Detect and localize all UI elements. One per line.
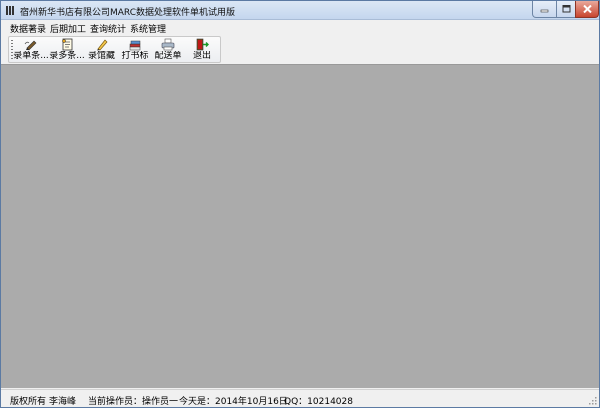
delivery-note-button[interactable]: 配送单	[152, 38, 184, 62]
close-button[interactable]	[575, 1, 599, 18]
exit-label: 退出	[192, 51, 211, 61]
minimize-icon	[540, 9, 549, 13]
exit-door-icon	[196, 38, 209, 51]
toolbar: 录单条... 录多条... 录馆藏 打书标 配送单 退出	[8, 36, 221, 63]
menu-query-statistics[interactable]: 查询统计	[90, 22, 126, 35]
entry-multiple-button[interactable]: 录多条...	[49, 38, 85, 62]
exit-button[interactable]: 退出	[190, 38, 214, 62]
status-owner: 李海峰	[49, 397, 77, 407]
app-icon	[5, 5, 16, 16]
document-icon	[62, 38, 73, 51]
maximize-button[interactable]	[556, 1, 576, 18]
status-date: 今天是：2014年10月16日	[179, 397, 288, 407]
menu-post-processing[interactable]: 后期加工	[50, 22, 86, 35]
status-copyright: 版权所有	[10, 397, 47, 407]
pen-icon	[24, 40, 37, 51]
entry-single-button[interactable]: 录单条...	[13, 38, 49, 62]
entry-single-label: 录单条...	[13, 51, 49, 61]
entry-holdings-button[interactable]: 录馆藏	[86, 38, 117, 62]
menu-data-entry[interactable]: 数据著录	[10, 22, 46, 35]
status-bar: 版权所有 李海峰 当前操作员：操作员一 今天是：2014年10月16日 QQ：1…	[1, 389, 599, 407]
title-bar[interactable]: 宿州新华书店有限公司MARC数据处理软件单机试用版	[1, 1, 599, 20]
status-operator: 当前操作员：操作员一	[88, 397, 179, 407]
mdi-client-area[interactable]	[1, 64, 599, 388]
print-label-button[interactable]: 打书标	[120, 38, 150, 62]
books-icon	[129, 40, 141, 51]
menu-system-admin[interactable]: 系统管理	[130, 22, 166, 35]
pencil-icon	[96, 39, 107, 51]
app-window: 宿州新华书店有限公司MARC数据处理软件单机试用版 数据著录 后期加工 查询统计…	[0, 0, 600, 408]
entry-multiple-label: 录多条...	[49, 51, 85, 61]
status-qq: QQ：10214028	[284, 397, 353, 407]
window-title: 宿州新华书店有限公司MARC数据处理软件单机试用版	[20, 8, 236, 18]
maximize-icon	[562, 5, 570, 13]
minimize-button[interactable]	[532, 1, 557, 18]
entry-holdings-label: 录馆藏	[87, 51, 115, 61]
printer-icon	[161, 38, 175, 51]
delivery-note-label: 配送单	[154, 51, 182, 61]
size-grip-icon[interactable]	[587, 395, 597, 405]
close-icon	[582, 5, 592, 13]
menu-bar: 数据著录 后期加工 查询统计 系统管理	[1, 20, 599, 35]
print-label-label: 打书标	[121, 51, 149, 61]
